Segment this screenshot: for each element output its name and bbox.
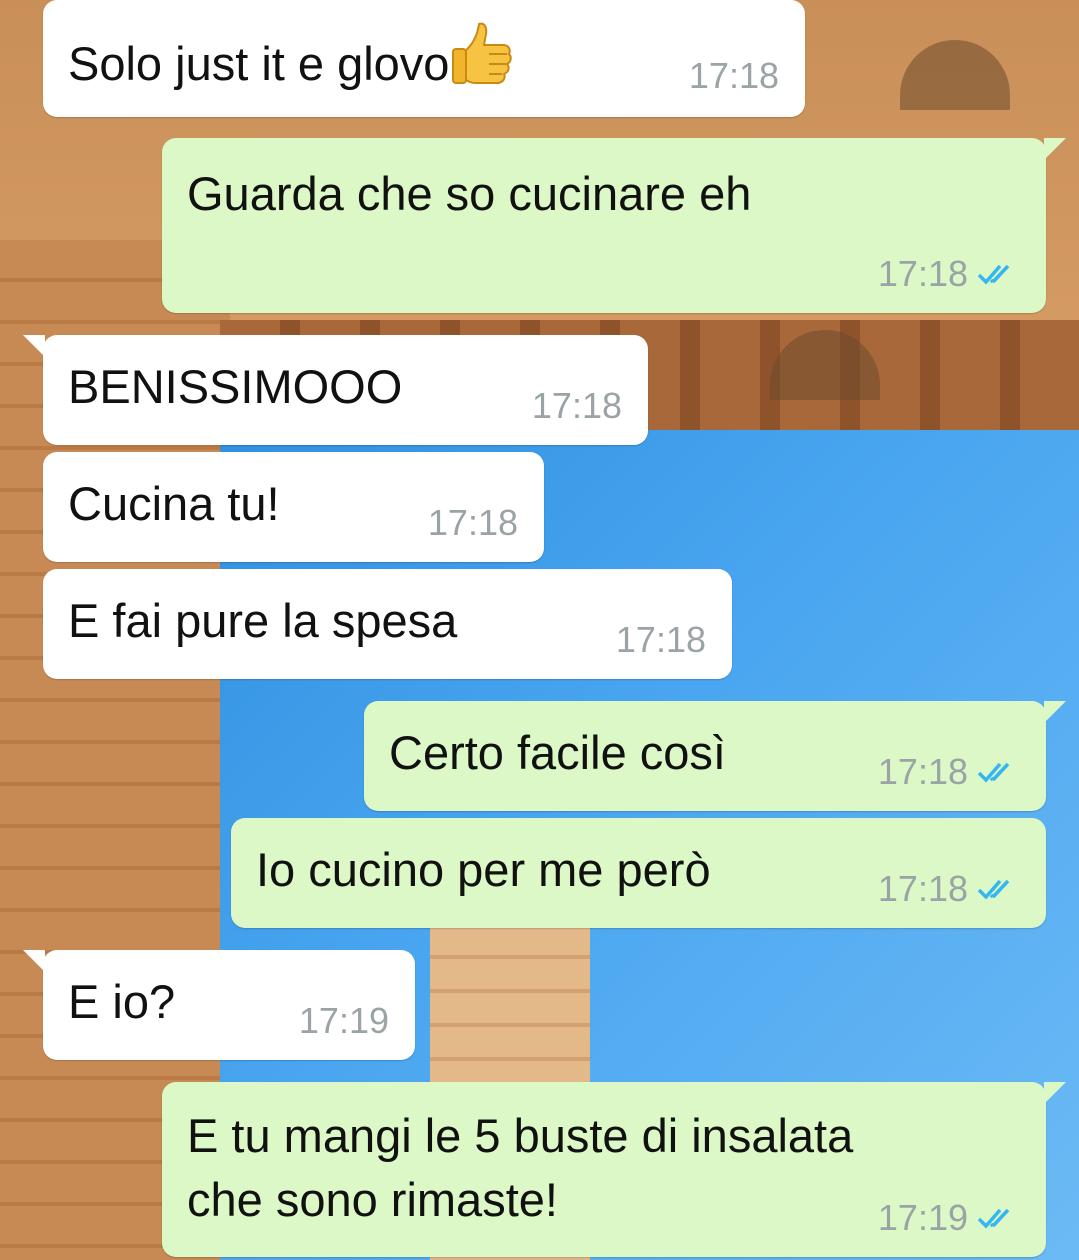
thumbs-up-icon xyxy=(449,20,517,104)
message-text-line: che sono rimaste! xyxy=(187,1173,558,1226)
message-text: BENISSIMOOO xyxy=(68,360,403,413)
message-bubble-incoming[interactable]: Solo just it e glovo 17:18 xyxy=(43,0,805,117)
message-bubble-incoming[interactable]: E fai pure la spesa 17:18 xyxy=(43,569,732,679)
message-time: 17:18 xyxy=(877,253,968,294)
message-time: 17:18 xyxy=(877,751,968,792)
message-text: Solo just it e glovo xyxy=(68,37,450,90)
message-bubble-outgoing[interactable]: Guarda che so cucinare eh 17:18 xyxy=(162,138,1066,313)
message-time: 17:18 xyxy=(427,502,518,543)
message-time: 17:18 xyxy=(688,55,779,96)
message-time: 17:19 xyxy=(877,1197,968,1238)
message-bubble-incoming[interactable]: Cucina tu! 17:18 xyxy=(43,452,544,562)
message-time: 17:19 xyxy=(298,1000,389,1041)
message-bubble-incoming[interactable]: BENISSIMOOO 17:18 xyxy=(23,335,648,445)
double-check-read-icon xyxy=(977,879,1010,900)
double-check-read-icon xyxy=(977,762,1010,783)
message-text: E fai pure la spesa xyxy=(68,594,458,647)
message-bubble-outgoing[interactable]: E tu mangi le 5 buste di insalata che so… xyxy=(162,1082,1066,1257)
message-time: 17:18 xyxy=(615,619,706,660)
message-text: Certo facile così xyxy=(389,726,726,779)
message-time: 17:18 xyxy=(531,385,622,426)
message-text: Guarda che so cucinare eh xyxy=(187,167,752,220)
message-bubble-outgoing[interactable]: Io cucino per me però 17:18 xyxy=(231,818,1046,928)
double-check-read-icon xyxy=(977,264,1010,285)
message-bubble-outgoing[interactable]: Certo facile così 17:18 xyxy=(364,701,1066,811)
message-bubble-incoming[interactable]: E io? 17:19 xyxy=(23,950,415,1060)
message-text: E io? xyxy=(68,975,176,1028)
message-text-line: E tu mangi le 5 buste di insalata xyxy=(187,1109,854,1162)
message-time: 17:18 xyxy=(877,868,968,909)
message-text: Io cucino per me però xyxy=(256,843,711,896)
double-check-read-icon xyxy=(977,1208,1010,1229)
message-text: Cucina tu! xyxy=(68,477,280,530)
